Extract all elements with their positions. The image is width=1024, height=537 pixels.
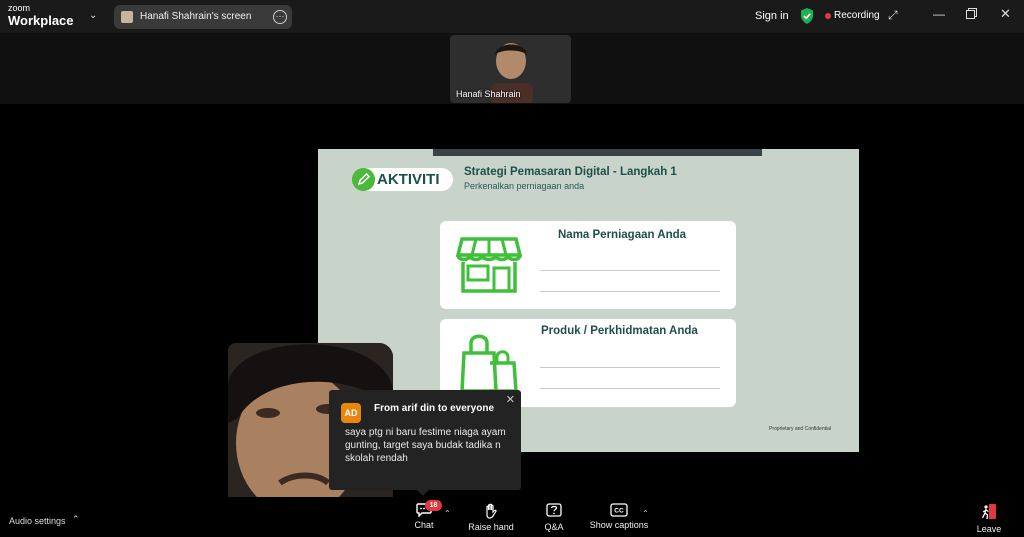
recording-label[interactable]: Recording	[834, 10, 880, 21]
writing-line	[540, 367, 720, 368]
chevron-up-icon[interactable]: ⌃	[642, 509, 649, 518]
chevron-up-icon[interactable]: ⌃	[444, 509, 451, 518]
chat-message: saya ptg ni baru festime niaga ayam gunt…	[345, 427, 506, 464]
shopping-bag-icon	[460, 334, 518, 393]
screen-share-indicator[interactable]: Hanafi Shahrain's screen ···	[114, 5, 292, 29]
brand-large-text: Workplace	[8, 13, 74, 28]
store-icon	[456, 237, 522, 293]
chevron-up-icon[interactable]: ⌃	[72, 514, 80, 525]
sender-avatar: AD	[341, 403, 361, 423]
participant-name: Hanafi Shahrain	[456, 89, 521, 99]
writing-line	[540, 291, 720, 292]
participant-strip: Hanafi Shahrain	[0, 33, 1024, 104]
shield-check-icon[interactable]	[800, 8, 814, 24]
fullscreen-icon[interactable]: ⤢	[888, 8, 898, 23]
business-name-card: Nama Perniagaan Anda	[440, 221, 736, 309]
raise-hand-button[interactable]: Raise hand	[468, 503, 514, 532]
writing-line	[540, 270, 720, 271]
recording-dot-icon	[825, 13, 831, 19]
slide-title: Strategi Pemasaran Digital - Langkah 1	[464, 166, 677, 178]
close-window-icon[interactable]: ✕	[1000, 6, 1011, 22]
app-brand: zoom Workplace	[8, 3, 74, 28]
business-name-heading: Nama Perniagaan Anda	[558, 229, 687, 241]
qa-button[interactable]: Q&A	[540, 503, 568, 532]
show-captions-label: Show captions	[589, 520, 649, 530]
top-bar: zoom Workplace ⌄ Hanafi Shahrain's scree…	[0, 0, 1024, 33]
exit-door-icon	[981, 504, 996, 520]
meeting-toolbar: Audio settings ⌃ 18 Chat ⌃ Raise hand Q&…	[0, 497, 1024, 537]
chat-button[interactable]: 18 Chat	[411, 500, 442, 530]
question-icon	[546, 503, 562, 517]
restore-window-icon[interactable]	[966, 8, 977, 19]
screen-share-label: Hanafi Shahrain's screen	[140, 11, 252, 22]
qa-label: Q&A	[544, 522, 564, 532]
product-service-heading: Produk / Perkhidmatan Anda	[541, 325, 698, 337]
svg-text:CC: CC	[614, 508, 624, 515]
slide-header-bar	[433, 149, 762, 156]
minimize-icon[interactable]: —	[933, 7, 945, 21]
chat-label: Chat	[414, 520, 434, 530]
writing-line	[540, 388, 720, 389]
leave-button[interactable]: Leave	[975, 503, 1003, 534]
activity-label: AKTIVITI	[377, 171, 440, 188]
close-icon[interactable]: ✕	[506, 393, 515, 406]
raise-hand-label: Raise hand	[468, 522, 514, 532]
chat-sender: From arif din to everyone	[374, 403, 495, 414]
activity-badge: AKTIVITI	[352, 168, 453, 191]
chat-notification[interactable]: AD From arif din to everyone ✕ saya ptg …	[329, 390, 521, 496]
sign-in-link[interactable]: Sign in	[755, 10, 789, 22]
slide-footer: Proprietary and Confidential	[769, 426, 831, 432]
leave-label: Leave	[976, 524, 1002, 534]
slide-subtitle: Perkenalkan perniagaan anda	[464, 181, 585, 191]
pencil-icon	[352, 168, 375, 191]
participant-tile[interactable]: Hanafi Shahrain	[450, 35, 571, 103]
participant-thumbnail	[121, 11, 133, 23]
audio-settings-button[interactable]: Audio settings	[9, 516, 66, 526]
chat-unread-badge: 18	[425, 500, 442, 511]
chevron-down-icon[interactable]: ⌄	[89, 10, 97, 21]
more-options-icon[interactable]: ···	[273, 10, 287, 24]
captions-icon: CC	[610, 503, 628, 517]
brand-small-text: zoom	[8, 3, 31, 13]
show-captions-button[interactable]: CC Show captions	[588, 503, 650, 530]
hand-icon	[486, 503, 497, 519]
